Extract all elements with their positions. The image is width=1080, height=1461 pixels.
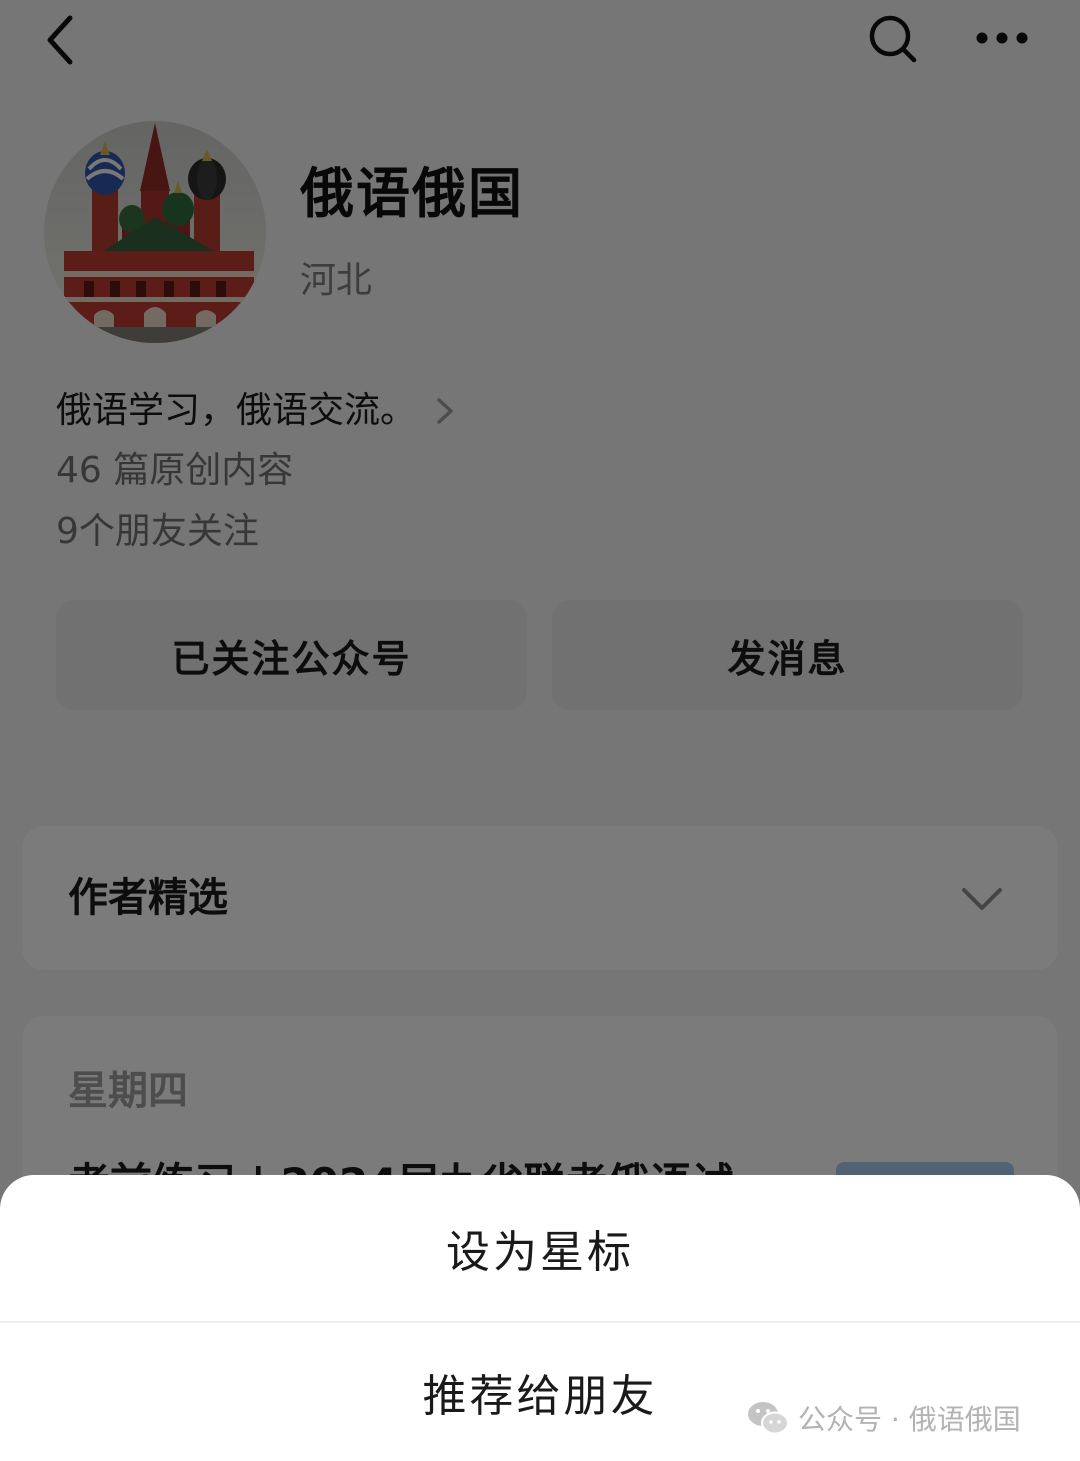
set-star-button[interactable]: 设为星标: [0, 1175, 1080, 1321]
profile-page: 俄语俄国 河北 俄语学习，俄语交流。 46 篇原创内容 9个朋友关注 已关注公众…: [0, 0, 1080, 1461]
recommend-to-friend-button[interactable]: 推荐给朋友: [0, 1323, 1080, 1461]
wechat-icon: [748, 1402, 789, 1435]
watermark: 公众号 · 俄语俄国: [746, 1396, 1021, 1440]
watermark-text: 公众号 · 俄语俄国: [798, 1403, 1021, 1436]
